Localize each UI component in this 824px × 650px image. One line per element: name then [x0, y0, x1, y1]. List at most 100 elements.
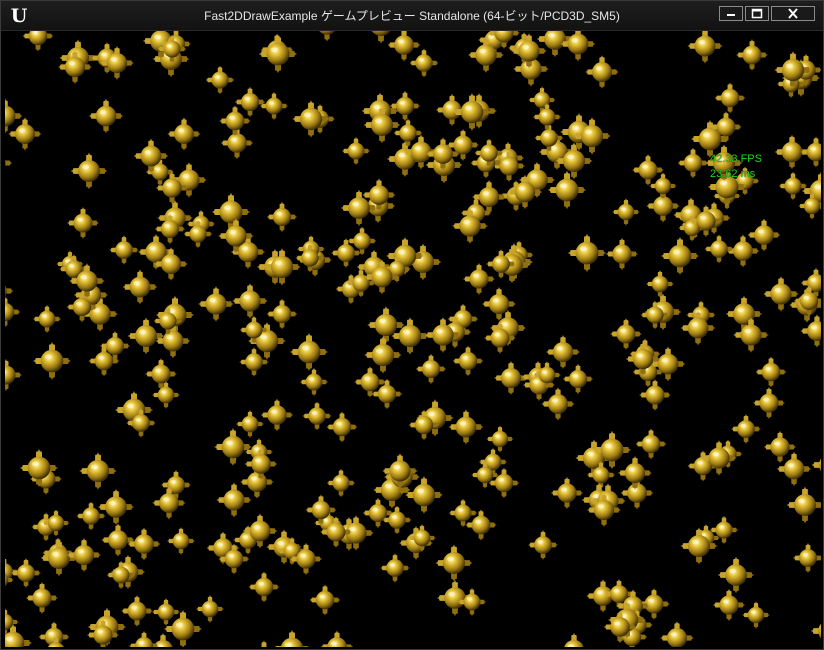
gold-spiked-ball-icon: [732, 316, 770, 354]
gold-spiked-ball-icon: [248, 571, 281, 604]
gold-spiked-ball-icon: [260, 398, 295, 433]
gold-spiked-ball-icon: [289, 542, 323, 576]
gold-spiked-ball-icon: [488, 467, 521, 500]
gold-spiked-ball-icon: [798, 192, 821, 221]
gold-spiked-ball-icon: [132, 137, 169, 174]
gold-spiked-ball-icon: [262, 247, 302, 287]
gold-spiked-ball-icon: [195, 594, 225, 624]
gold-spiked-ball-icon: [32, 304, 62, 334]
gold-spiked-ball-icon: [258, 34, 299, 75]
gold-spiked-ball-icon: [592, 430, 633, 471]
gold-spiked-ball-icon: [424, 316, 462, 354]
gold-spiked-ball-icon: [128, 630, 160, 647]
gold-spiked-ball-icon: [712, 588, 746, 622]
gold-spiked-ball-icon: [640, 300, 671, 331]
window-title: Fast2DDrawExample ゲームプレビュー Standalone (6…: [204, 9, 620, 23]
fps-readout: 42.33 FPS: [710, 153, 762, 165]
minimize-icon: [727, 14, 735, 16]
gold-spiked-ball-icon: [151, 485, 186, 520]
gold-spiked-ball-icon: [238, 346, 269, 377]
gold-spiked-ball-icon: [205, 65, 236, 96]
gold-spiked-ball-icon: [151, 380, 181, 410]
gold-spiked-ball-icon: [151, 597, 181, 627]
gold-spiked-ball-icon: [638, 378, 672, 412]
gold-spiked-ball-icon: [810, 445, 821, 484]
gold-spiked-ball-icon: [42, 509, 71, 538]
gold-spiked-ball-icon: [609, 317, 643, 351]
gold-spiked-ball-icon: [735, 38, 769, 72]
gold-spiked-ball-icon: [289, 332, 329, 372]
maximize-button[interactable]: [745, 6, 769, 21]
gold-spiked-ball-icon: [700, 439, 738, 477]
gold-spiked-ball-icon: [66, 206, 100, 240]
gold-spiked-ball-icon: [686, 31, 723, 65]
gold-spiked-ball-icon: [291, 99, 331, 139]
gold-spiked-ball-icon: [309, 31, 344, 43]
gold-spiked-ball-icon: [272, 629, 312, 647]
gold-spiked-ball-icon: [5, 296, 21, 329]
gold-spiked-ball-icon: [266, 201, 298, 233]
gold-spiked-ball-icon: [108, 234, 139, 265]
gold-spiked-ball-icon: [239, 315, 269, 345]
gold-spiked-ball-icon: [381, 452, 419, 490]
gold-spiked-ball-icon: [22, 31, 55, 52]
gold-spiked-ball-icon: [532, 102, 562, 132]
gold-spiked-ball-icon: [785, 485, 821, 524]
gold-spiked-ball-icon: [649, 172, 678, 201]
gold-spiked-ball-icon: [319, 629, 354, 647]
gold-spiked-ball-icon: [153, 246, 189, 282]
gold-spiked-ball-icon: [166, 116, 201, 151]
gold-spiked-ball-icon: [66, 291, 99, 324]
gold-spiked-ball-icon: [363, 335, 403, 375]
gold-spiked-ball-icon: [462, 262, 496, 296]
minimize-button[interactable]: [719, 6, 743, 21]
gold-spiked-ball-icon: [408, 409, 441, 442]
gold-spiked-ball-icon: [611, 197, 640, 226]
gold-spiked-ball-icon: [153, 306, 184, 337]
game-viewport[interactable]: 42.33 FPS 23.62 ms: [5, 31, 821, 647]
gold-spiked-ball-icon: [57, 49, 93, 85]
gold-spiked-ball-icon: [550, 476, 584, 510]
close-button[interactable]: [771, 6, 815, 21]
gold-spiked-ball-icon: [330, 237, 362, 269]
gold-spiked-ball-icon: [483, 321, 517, 355]
gold-spiked-ball-icon: [567, 233, 608, 274]
gold-spiked-ball-icon: [66, 537, 102, 573]
gold-spiked-ball-icon: [409, 48, 440, 79]
gold-spiked-ball-icon: [215, 481, 252, 518]
game-preview-window: U Fast2DDrawExample ゲームプレビュー Standalone …: [0, 0, 824, 650]
gold-spiked-ball-icon: [679, 309, 716, 346]
gold-spiked-ball-icon: [32, 341, 72, 381]
gold-spiked-ball-icon: [645, 269, 675, 299]
gold-spiked-ball-icon: [603, 610, 638, 645]
gold-spiked-ball-icon: [157, 34, 188, 65]
gold-spiked-ball-icon: [213, 427, 253, 467]
gold-spiked-ball-icon: [800, 136, 821, 169]
gold-spiked-ball-icon: [69, 151, 108, 190]
gold-spiked-ball-icon: [218, 104, 251, 137]
gold-spiked-ball-icon: [5, 565, 15, 594]
gold-spiked-ball-icon: [86, 618, 120, 647]
gold-spiked-ball-icon: [605, 237, 639, 271]
gold-spiked-ball-icon: [106, 560, 136, 590]
frame-time-readout: 23.62 ms: [710, 168, 756, 180]
gold-spiked-ball-icon: [76, 501, 107, 532]
gold-spiked-ball-icon: [659, 620, 695, 647]
gold-spiked-ball-icon: [755, 356, 788, 389]
gold-spiked-ball-icon: [799, 313, 821, 348]
title-bar[interactable]: U Fast2DDrawExample ゲームプレビュー Standalone …: [1, 1, 823, 31]
gold-spiked-ball-icon: [78, 451, 118, 491]
gold-spiked-ball-icon: [155, 171, 189, 205]
gold-spiked-ball-icon: [389, 90, 421, 122]
gold-spiked-ball-icon: [319, 515, 353, 549]
gold-spiked-ball-icon: [183, 219, 214, 250]
gold-spiked-ball-icon: [341, 136, 371, 166]
gold-spiked-ball-icon: [19, 448, 59, 488]
gold-spiked-ball-icon: [99, 45, 135, 81]
gold-spiked-ball-icon: [773, 50, 813, 90]
gold-spiked-ball-icon: [5, 607, 20, 636]
gold-spiked-ball-icon: [689, 204, 723, 238]
gold-spiked-ball-icon: [197, 285, 235, 323]
gold-spiked-ball-icon: [407, 523, 437, 553]
stat-fps-overlay: 42.33 FPS 23.62 ms: [710, 152, 762, 182]
